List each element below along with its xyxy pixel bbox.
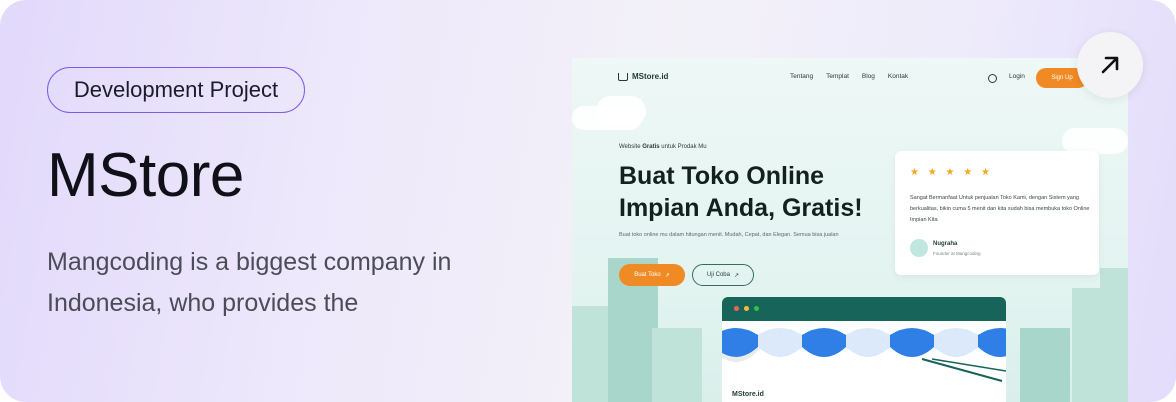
arrow-up-right-icon [1101,56,1119,74]
testimonial-name: Nugraha [933,241,958,247]
preview-login: Login [1009,73,1025,80]
nav-item-kontak: Kontak [887,73,909,80]
testimonial-card: ★ ★ ★ ★ ★ Sangat Bermanfaat Untuk penjua… [895,151,1099,275]
preview-headline: Buat Toko Online Impian Anda, Gratis! [619,162,863,222]
preview-eyebrow: Website Gratis untuk Prodak Mu [619,144,707,150]
browser-bar [722,297,1006,321]
cart-icon [618,72,628,81]
nav-item-tentang: Tentang [790,73,814,80]
search-icon [988,74,997,83]
nav-item-blog: Blog [861,73,875,80]
building-illustration [572,306,612,402]
category-badge: Development Project [47,67,305,113]
preview-nav: Tentang Templat Blog Kontak [790,73,908,80]
window-dot-green [754,306,759,311]
window-dot-red [734,306,739,311]
storefront-illustration: MStore.id [722,297,1006,402]
preview-navbar: MStore.id Tentang Templat Blog Kontak Lo… [572,58,1128,98]
store-logo: MStore.id [732,391,764,398]
project-title: MStore [47,141,244,210]
preview-logo: MStore.id [618,72,668,81]
arrow-up-right-icon: ↗ [664,272,670,279]
arrow-up-right-icon: ↗ [733,272,740,279]
project-description: Mangcoding is a biggest company in Indon… [47,248,452,317]
preview-cta-secondary: Uji Coba ↗ [692,264,754,286]
open-project-button[interactable] [1077,32,1143,98]
nav-item-templat: Templat [826,73,849,80]
building-illustration [652,328,702,402]
window-dot-yellow [744,306,749,311]
preview-cta-primary: Buat Toko ↗ [619,264,685,286]
building-illustration [1100,268,1128,402]
testimonial-text: Sangat Bermanfaat Untuk penjualan Toko K… [910,195,1090,223]
avatar [910,239,928,257]
testimonial-role: Founder at Mangcoding [933,251,981,256]
preview-subtext: Buat toko online mu dalam hitungan menit… [619,232,839,238]
building-illustration [1020,328,1070,402]
awning-illustration [722,328,1006,382]
rating-stars: ★ ★ ★ ★ ★ [910,167,993,178]
project-preview-screenshot: MStore.id Tentang Templat Blog Kontak Lo… [572,58,1128,402]
project-card[interactable]: Development Project MStore Mangcoding is… [0,0,1176,402]
